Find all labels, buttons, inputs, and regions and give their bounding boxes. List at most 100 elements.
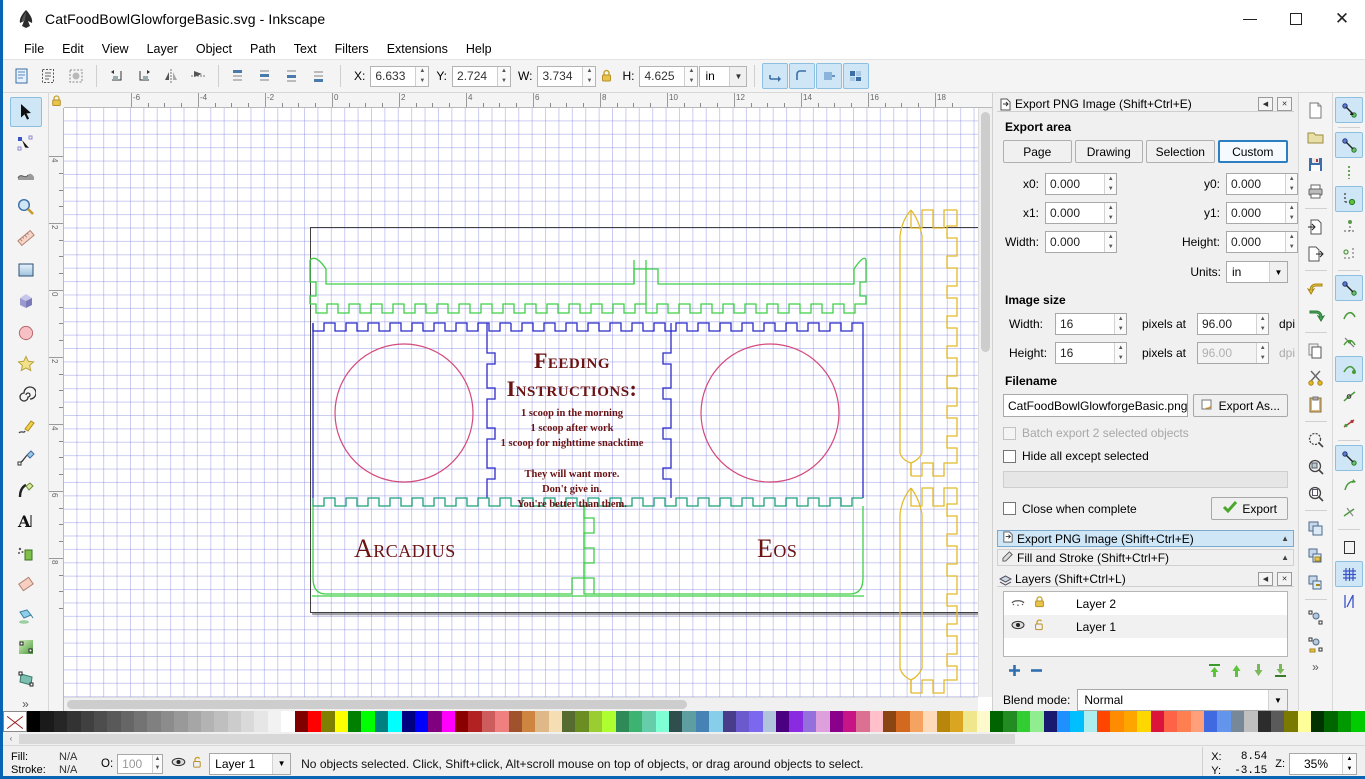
area-height-field[interactable]: ▲▼ — [1226, 231, 1298, 253]
palette-swatch[interactable] — [241, 711, 255, 732]
palette-swatch[interactable] — [602, 711, 616, 732]
palette-swatch[interactable] — [414, 711, 429, 732]
layer-row[interactable]: Layer 1 — [1004, 615, 1287, 638]
palette-swatch[interactable] — [227, 711, 241, 732]
palette-swatch[interactable] — [1244, 711, 1258, 732]
export-icon[interactable] — [1302, 240, 1330, 266]
lock-open-icon[interactable] — [1034, 619, 1045, 634]
palette-swatch[interactable] — [949, 711, 964, 732]
box3d-tool[interactable] — [10, 286, 42, 316]
scrollbar-thumb[interactable] — [67, 700, 687, 709]
star-tool[interactable] — [10, 349, 42, 379]
palette-swatch[interactable] — [200, 711, 215, 732]
palette-swatch[interactable] — [669, 711, 683, 732]
lower-icon[interactable] — [280, 63, 306, 89]
palette-swatch[interactable] — [789, 711, 803, 732]
new-document-icon[interactable] — [1302, 97, 1330, 123]
palette-swatch[interactable] — [147, 711, 161, 732]
spiral-tool[interactable] — [10, 380, 42, 410]
palette-swatch[interactable] — [869, 711, 883, 732]
export-area-page-button[interactable]: Page — [1003, 140, 1072, 163]
width-field[interactable]: ▲▼ — [537, 65, 597, 87]
open-document-icon[interactable] — [1302, 124, 1330, 150]
opacity-field[interactable]: ▲▼ — [117, 753, 164, 774]
close-when-complete-checkbox[interactable] — [1003, 502, 1016, 515]
select-all-in-layers-icon[interactable] — [36, 63, 62, 89]
xml-editor-icon[interactable] — [1302, 604, 1330, 630]
palette-swatch[interactable] — [1230, 711, 1245, 732]
cut-icon[interactable] — [1302, 364, 1330, 390]
raise-to-top-icon[interactable] — [226, 63, 252, 89]
palette-swatch[interactable] — [1016, 711, 1031, 732]
eye-open-icon[interactable] — [171, 756, 186, 771]
x1-field[interactable]: ▲▼ — [1045, 202, 1117, 224]
horizontal-ruler[interactable]: -6 -4 -2 0 2 4 6 8 10 12 14 16 18 — [49, 93, 992, 108]
palette-swatch[interactable] — [1070, 711, 1084, 732]
export-button[interactable]: Export — [1211, 497, 1288, 520]
menu-view[interactable]: View — [93, 40, 138, 58]
snap-guides-icon[interactable] — [1335, 588, 1363, 614]
palette-swatch[interactable] — [976, 711, 990, 732]
flip-vertical-icon[interactable] — [185, 63, 211, 89]
snap-bbox-edge-midpoints-icon[interactable] — [1335, 213, 1363, 239]
palette-swatch[interactable] — [842, 711, 857, 732]
palette-swatch[interactable] — [455, 711, 469, 732]
palette-swatch[interactable] — [1137, 711, 1151, 732]
palette-swatch[interactable] — [1190, 711, 1204, 732]
maximize-icon[interactable] — [1273, 0, 1319, 38]
mesh-tool[interactable] — [10, 663, 42, 693]
zoom-stepper[interactable]: ▲ ▼ — [1342, 753, 1356, 774]
palette-swatch[interactable] — [923, 711, 937, 732]
palette-swatch[interactable] — [1284, 711, 1298, 732]
palette-swatch[interactable] — [1083, 711, 1097, 732]
gradient-tool[interactable] — [10, 632, 42, 662]
palette-swatch[interactable] — [909, 711, 924, 732]
raise-to-top-icon[interactable] — [1207, 663, 1222, 681]
calligraphy-tool[interactable] — [10, 475, 42, 505]
ungroup-icon[interactable] — [1302, 569, 1330, 595]
zoom-field[interactable]: 35% ▲ ▼ — [1289, 752, 1357, 775]
tweak-tool[interactable] — [10, 160, 42, 190]
ruler-lock-icon[interactable] — [49, 93, 64, 108]
palette-swatch[interactable] — [428, 711, 442, 732]
palette-swatch[interactable] — [374, 711, 389, 732]
snap-to-nodes-icon[interactable] — [1335, 356, 1363, 382]
paste-icon[interactable] — [1302, 391, 1330, 417]
select-all-icon[interactable] — [9, 63, 35, 89]
node-tool[interactable] — [10, 128, 42, 158]
x-field[interactable]: ▲▼ — [370, 65, 430, 87]
lock-closed-icon[interactable] — [1034, 596, 1045, 611]
hide-all-row[interactable]: Hide all except selected — [1003, 449, 1288, 463]
palette-swatch[interactable] — [1324, 711, 1338, 732]
palette-swatch[interactable] — [348, 711, 362, 732]
deselect-icon[interactable] — [63, 63, 89, 89]
area-width-field[interactable]: ▲▼ — [1045, 231, 1117, 253]
palette-swatch[interactable] — [521, 711, 536, 732]
palette-swatch[interactable] — [628, 711, 643, 732]
opacity-stepper[interactable]: ▲ ▼ — [151, 754, 163, 773]
palette-swatch[interactable] — [107, 711, 121, 732]
snap-page-border-icon[interactable] — [1335, 534, 1363, 560]
y0-stepper[interactable]: ▲ ▼ — [1285, 174, 1297, 194]
snap-nodes-icon[interactable] — [1335, 275, 1363, 301]
palette-swatch[interactable] — [508, 711, 522, 732]
menu-object[interactable]: Object — [187, 40, 241, 58]
palette-swatch[interactable] — [575, 711, 589, 732]
menu-edit[interactable]: Edit — [53, 40, 93, 58]
img-height-stepper[interactable]: ▲ ▼ — [1114, 343, 1126, 363]
palette-swatch[interactable] — [762, 711, 776, 732]
palette-swatch[interactable] — [294, 711, 308, 732]
snap-rotation-centers-icon[interactable] — [1335, 472, 1363, 498]
object-properties-icon[interactable] — [1302, 631, 1330, 657]
palette-swatch[interactable] — [1177, 711, 1191, 732]
palette-swatch[interactable] — [735, 711, 750, 732]
palette-swatch[interactable] — [1217, 711, 1231, 732]
palette-swatch[interactable] — [388, 711, 402, 732]
snap-text-baseline-icon[interactable] — [1335, 499, 1363, 525]
snap-object-centers-icon[interactable] — [1335, 445, 1363, 471]
batch-export-row[interactable]: Batch export 2 selected objects — [1003, 426, 1288, 440]
menu-help[interactable]: Help — [457, 40, 501, 58]
menu-layer[interactable]: Layer — [138, 40, 187, 58]
lower-to-bottom-icon[interactable] — [307, 63, 333, 89]
palette-swatch[interactable] — [321, 711, 335, 732]
